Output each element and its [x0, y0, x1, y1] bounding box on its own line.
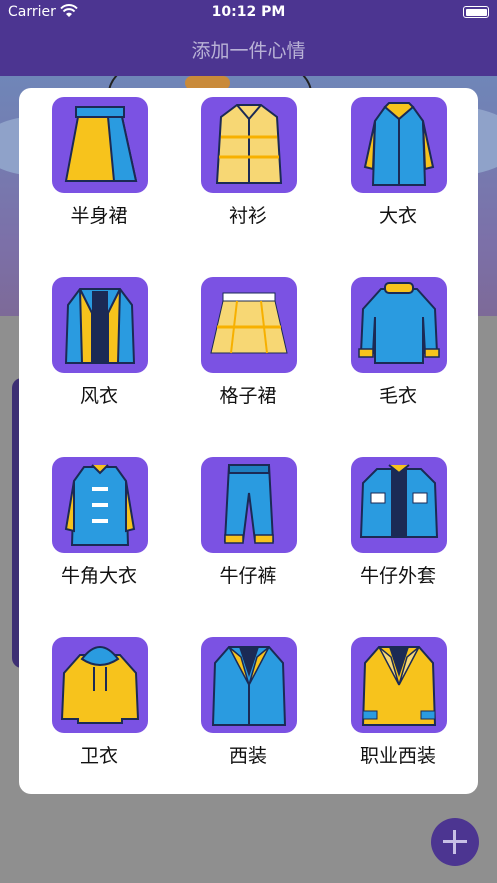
toggle-coat-icon — [52, 457, 148, 553]
suit-icon — [201, 637, 297, 733]
trench-coat-icon — [52, 277, 148, 373]
hoodie-icon — [52, 637, 148, 733]
status-time: 10:12 PM — [211, 4, 286, 20]
clothes-item-label: 半身裙 — [70, 205, 128, 227]
clothes-item-label: 毛衣 — [378, 385, 417, 407]
clothes-item-business-suit[interactable]: 职业西装 — [343, 637, 453, 787]
clothes-item-shirt[interactable]: 衬衫 — [193, 97, 303, 247]
clothes-item-hoodie[interactable]: 卫衣 — [44, 637, 154, 787]
clothes-item-label: 衬衫 — [228, 205, 267, 227]
clothes-item-label: 牛仔外套 — [359, 565, 436, 587]
clothes-item-label: 牛仔裤 — [219, 565, 277, 587]
clothes-item-skirt[interactable]: 半身裙 — [44, 97, 154, 247]
status-bar: Carrier 10:12 PM — [0, 0, 497, 26]
shirt-icon — [201, 97, 297, 193]
clothes-item-jeans[interactable]: 牛仔裤 — [193, 457, 303, 607]
skirt-icon — [52, 97, 148, 193]
clothes-picker-panel: 半身裙 衬衫 大衣 风衣 格子裙 毛衣 牛角大衣 牛仔裤 牛仔外套 卫衣 西装 … — [19, 88, 478, 794]
clothes-item-trench-coat[interactable]: 风衣 — [44, 277, 154, 427]
add-button[interactable] — [431, 818, 479, 866]
denim-jacket-icon — [351, 457, 447, 553]
clothes-item-suit[interactable]: 西装 — [193, 637, 303, 787]
clothes-item-toggle-coat[interactable]: 牛角大衣 — [44, 457, 154, 607]
clothes-item-sweater[interactable]: 毛衣 — [343, 277, 453, 427]
clothes-item-label: 卫衣 — [79, 745, 118, 767]
clothes-item-plaid-skirt[interactable]: 格子裙 — [193, 277, 303, 427]
clothes-item-coat[interactable]: 大衣 — [343, 97, 453, 247]
battery-icon — [463, 6, 489, 18]
jeans-icon — [201, 457, 297, 553]
clothes-item-label: 格子裙 — [219, 385, 277, 407]
clothes-item-label: 职业西装 — [359, 745, 436, 767]
clothes-item-label: 风衣 — [79, 385, 118, 407]
clothes-item-label: 西装 — [228, 745, 267, 767]
clothes-item-denim-jacket[interactable]: 牛仔外套 — [343, 457, 453, 607]
clothes-item-label: 大衣 — [378, 205, 417, 227]
coat-icon — [351, 97, 447, 193]
nav-title: 添加一件心情 — [0, 26, 497, 76]
clothes-item-label: 牛角大衣 — [60, 565, 137, 587]
sweater-icon — [351, 277, 447, 373]
plaid-skirt-icon — [201, 277, 297, 373]
business-suit-icon — [351, 637, 447, 733]
